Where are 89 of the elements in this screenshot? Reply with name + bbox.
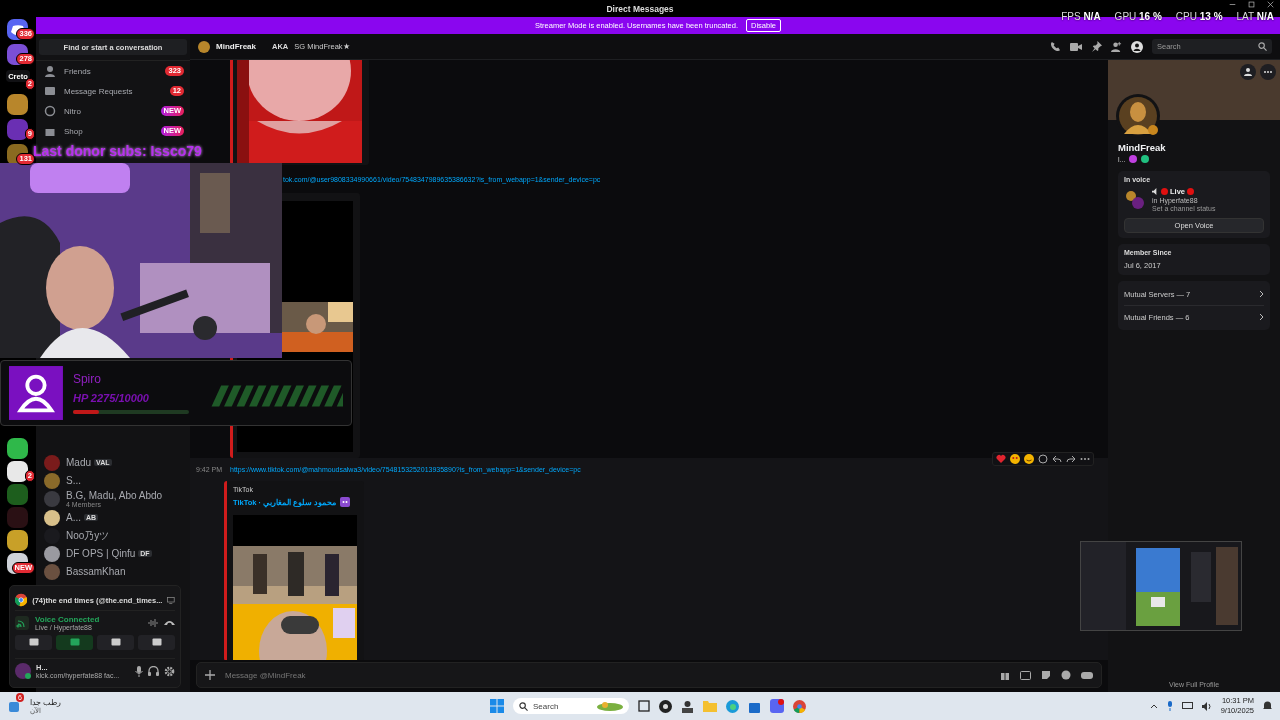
avatar-icon xyxy=(44,472,60,489)
avatar-icon xyxy=(44,545,60,562)
chrome-icon[interactable] xyxy=(793,699,806,713)
search-icon xyxy=(1258,42,1267,51)
chevron-right-icon xyxy=(1259,313,1264,321)
add-friend-icon[interactable] xyxy=(1240,64,1256,80)
server-icon[interactable] xyxy=(7,530,28,551)
microphone-icon[interactable] xyxy=(1166,701,1173,711)
microphone-icon[interactable] xyxy=(135,665,143,677)
forward-icon[interactable] xyxy=(1066,454,1076,464)
user-icon xyxy=(9,365,63,421)
screen-share-button[interactable] xyxy=(56,635,93,650)
perf-stat: FPS N/A xyxy=(1061,11,1101,22)
dm-item[interactable]: S... xyxy=(40,472,190,489)
screen-icon xyxy=(69,638,80,647)
notification-icon[interactable] xyxy=(1263,701,1272,711)
server-icon[interactable] xyxy=(7,461,28,482)
network-icon[interactable] xyxy=(1181,701,1193,711)
voice-status: Voice Connected xyxy=(35,615,101,624)
sticker-icon[interactable] xyxy=(1041,670,1051,680)
task-view-icon[interactable] xyxy=(638,700,650,712)
user-avatar-icon xyxy=(15,663,31,679)
perf-stat: LAT N/A xyxy=(1236,11,1274,22)
quest-badge-icon xyxy=(1141,155,1150,163)
add-reaction-icon[interactable] xyxy=(1038,454,1048,464)
add-friend-icon[interactable] xyxy=(1111,41,1122,52)
chevron-right-icon xyxy=(1259,290,1264,298)
donor-overlay-text: Last donor subs: Issco79 xyxy=(33,143,202,159)
profile-icon[interactable] xyxy=(1131,40,1143,53)
headphones-icon[interactable] xyxy=(148,666,159,676)
heart-icon[interactable] xyxy=(996,454,1006,464)
nitro-badge-icon xyxy=(1129,155,1138,163)
avatar-icon xyxy=(44,527,60,544)
live-dot-icon xyxy=(1187,188,1194,195)
nav-icon xyxy=(44,85,56,97)
call-icon[interactable] xyxy=(1050,41,1061,52)
emoji-icon[interactable] xyxy=(1010,454,1020,464)
message-field[interactable]: Message @MindFreak xyxy=(196,662,1102,688)
nav-icon xyxy=(44,65,56,77)
minimize-icon[interactable] xyxy=(1229,1,1236,8)
camera-button[interactable] xyxy=(15,635,52,650)
search-highlight-icon xyxy=(597,701,623,711)
more-icon[interactable] xyxy=(1260,64,1276,80)
player-name: Spiro xyxy=(72,372,102,386)
gif-icon[interactable] xyxy=(1020,670,1031,680)
start-icon[interactable] xyxy=(490,699,504,713)
avatar-icon xyxy=(44,563,60,580)
maximize-icon[interactable] xyxy=(1248,1,1255,8)
weather-icon xyxy=(8,699,22,713)
avatar-icon xyxy=(198,40,210,53)
weather-text: رطب جدا xyxy=(30,697,62,707)
dm-item[interactable]: BassamKhan xyxy=(40,563,190,580)
live-dot-icon xyxy=(1161,188,1168,195)
volume-icon[interactable] xyxy=(1201,701,1212,711)
soundboard-button[interactable] xyxy=(138,635,175,650)
close-icon[interactable] xyxy=(1267,1,1274,8)
emoji-icon[interactable] xyxy=(1024,454,1034,464)
app-icon[interactable] xyxy=(681,699,694,713)
devil-emoji-icon xyxy=(340,497,351,507)
plus-icon[interactable] xyxy=(205,670,215,680)
dm-item[interactable]: Noo乃yツ xyxy=(40,527,190,544)
avatar-icon xyxy=(44,509,60,526)
activity-button[interactable] xyxy=(97,635,134,650)
server-icon[interactable] xyxy=(7,94,28,115)
chevron-up-icon[interactable] xyxy=(1149,703,1158,709)
perf-stat: CPU 13 % xyxy=(1175,11,1223,22)
server-icon[interactable] xyxy=(7,438,28,459)
video-icon[interactable] xyxy=(1070,41,1082,52)
app-icon[interactable] xyxy=(659,699,672,713)
window-title: Direct Messages xyxy=(606,3,674,14)
server-avatars-icon xyxy=(1124,188,1146,211)
screen-icon[interactable] xyxy=(167,595,175,605)
profile-name: MindFreak xyxy=(1118,142,1167,153)
settings-icon[interactable] xyxy=(164,665,175,677)
browser-icon xyxy=(15,592,28,608)
chat-recipient-name: MindFreak xyxy=(216,42,256,51)
speaker-icon xyxy=(1152,188,1159,195)
signal-icon xyxy=(15,616,29,630)
pin-icon[interactable] xyxy=(1091,41,1102,52)
perf-stat: GPU 16 % xyxy=(1114,11,1162,22)
reply-icon[interactable] xyxy=(1052,454,1062,464)
disconnect-icon[interactable] xyxy=(164,620,175,626)
emoji-icon[interactable] xyxy=(1061,670,1071,680)
avatar-icon xyxy=(44,491,60,507)
taskbar-search-field[interactable]: Search xyxy=(513,698,629,714)
nav-icon xyxy=(44,105,56,117)
search-icon xyxy=(519,701,528,711)
avatar-icon xyxy=(44,454,60,471)
hp-reading: HP 2275/10000 xyxy=(72,392,150,404)
